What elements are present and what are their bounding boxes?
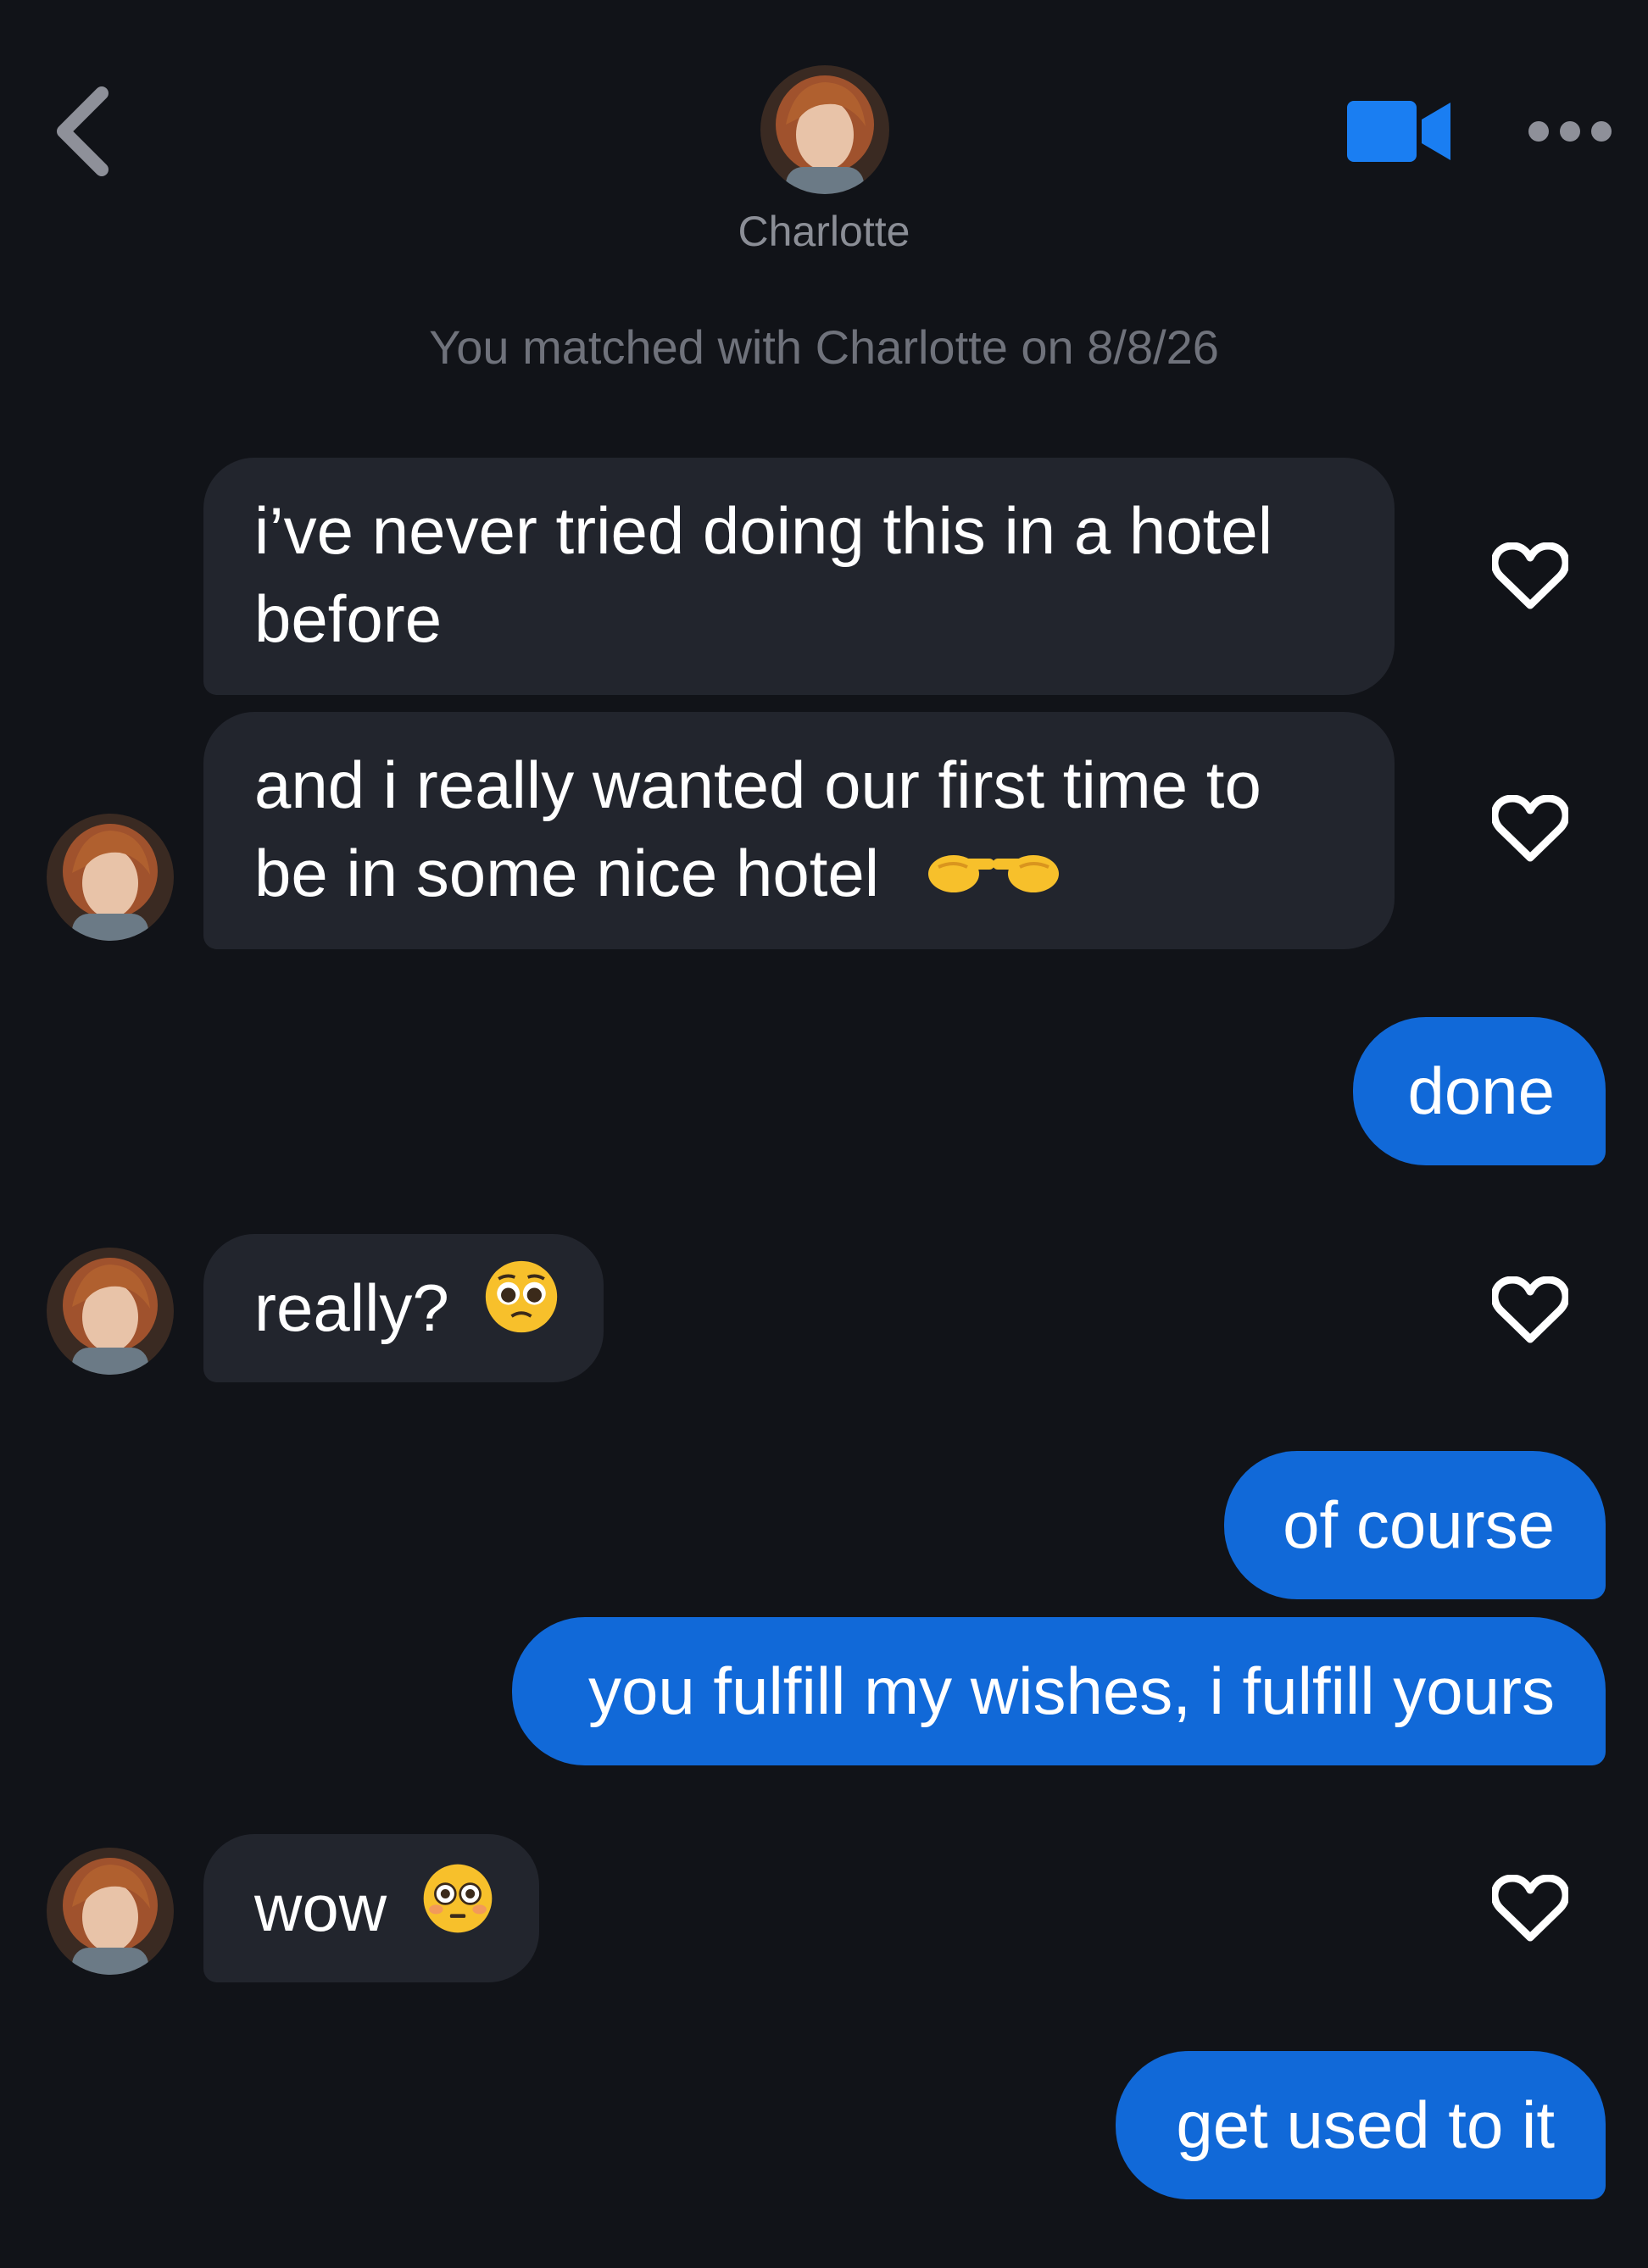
message-text-line: before [254,581,443,656]
message-bubble-outgoing[interactable]: of course [1224,1451,1606,1599]
message-bubble-outgoing[interactable]: you fulfill my wishes, i fulfill yours [512,1617,1606,1765]
message-text-line: i’ve never tried doing this in a hotel [254,493,1273,568]
more-horizontal-icon [1528,121,1612,142]
contact-avatar-small[interactable] [47,814,174,941]
message-text-line: and i really wanted our first time to [254,748,1261,822]
match-notice: You matched with Charlotte on 8/8/26 [429,320,1219,374]
message-text: wow [254,1871,387,1945]
avatar-image [47,1848,174,1975]
message-bubble-incoming[interactable]: and i really wanted our first time to be… [203,712,1395,949]
heart-icon[interactable] [1492,542,1568,610]
heart-icon[interactable] [1492,795,1568,863]
contact-avatar-small[interactable] [47,1248,174,1375]
message-text: really? [254,1270,449,1345]
avatar-image [47,1248,174,1375]
flushed-face-emoji [420,1839,495,1987]
contact-name[interactable]: Charlotte [654,202,994,261]
contact-avatar-small[interactable] [47,1848,174,1975]
avatar-image [47,814,174,941]
chevron-left-icon [57,86,109,176]
message-bubble-incoming[interactable]: wow [203,1834,539,1982]
pleading-face-emoji [482,1239,560,1387]
avatar-image [760,65,889,194]
message-text-line: be in some nice hotel [254,829,1344,922]
heart-icon[interactable] [1492,1875,1568,1943]
video-call-button[interactable] [1344,97,1454,165]
heart-icon[interactable] [1492,1276,1568,1344]
message-bubble-incoming[interactable]: really? [203,1234,604,1382]
back-button[interactable] [42,81,119,182]
message-bubble-outgoing[interactable]: get used to it [1116,2051,1606,2199]
message-bubble-incoming[interactable]: i’ve never tried doing this in a hotel b… [203,458,1395,695]
message-text: be in some nice hotel [254,836,880,910]
more-options-button[interactable] [1526,114,1615,148]
contact-avatar[interactable] [760,65,889,194]
pointing-hands-emoji [913,834,1074,922]
message-bubble-outgoing[interactable]: done [1353,1017,1606,1165]
video-camera-icon [1347,101,1450,162]
